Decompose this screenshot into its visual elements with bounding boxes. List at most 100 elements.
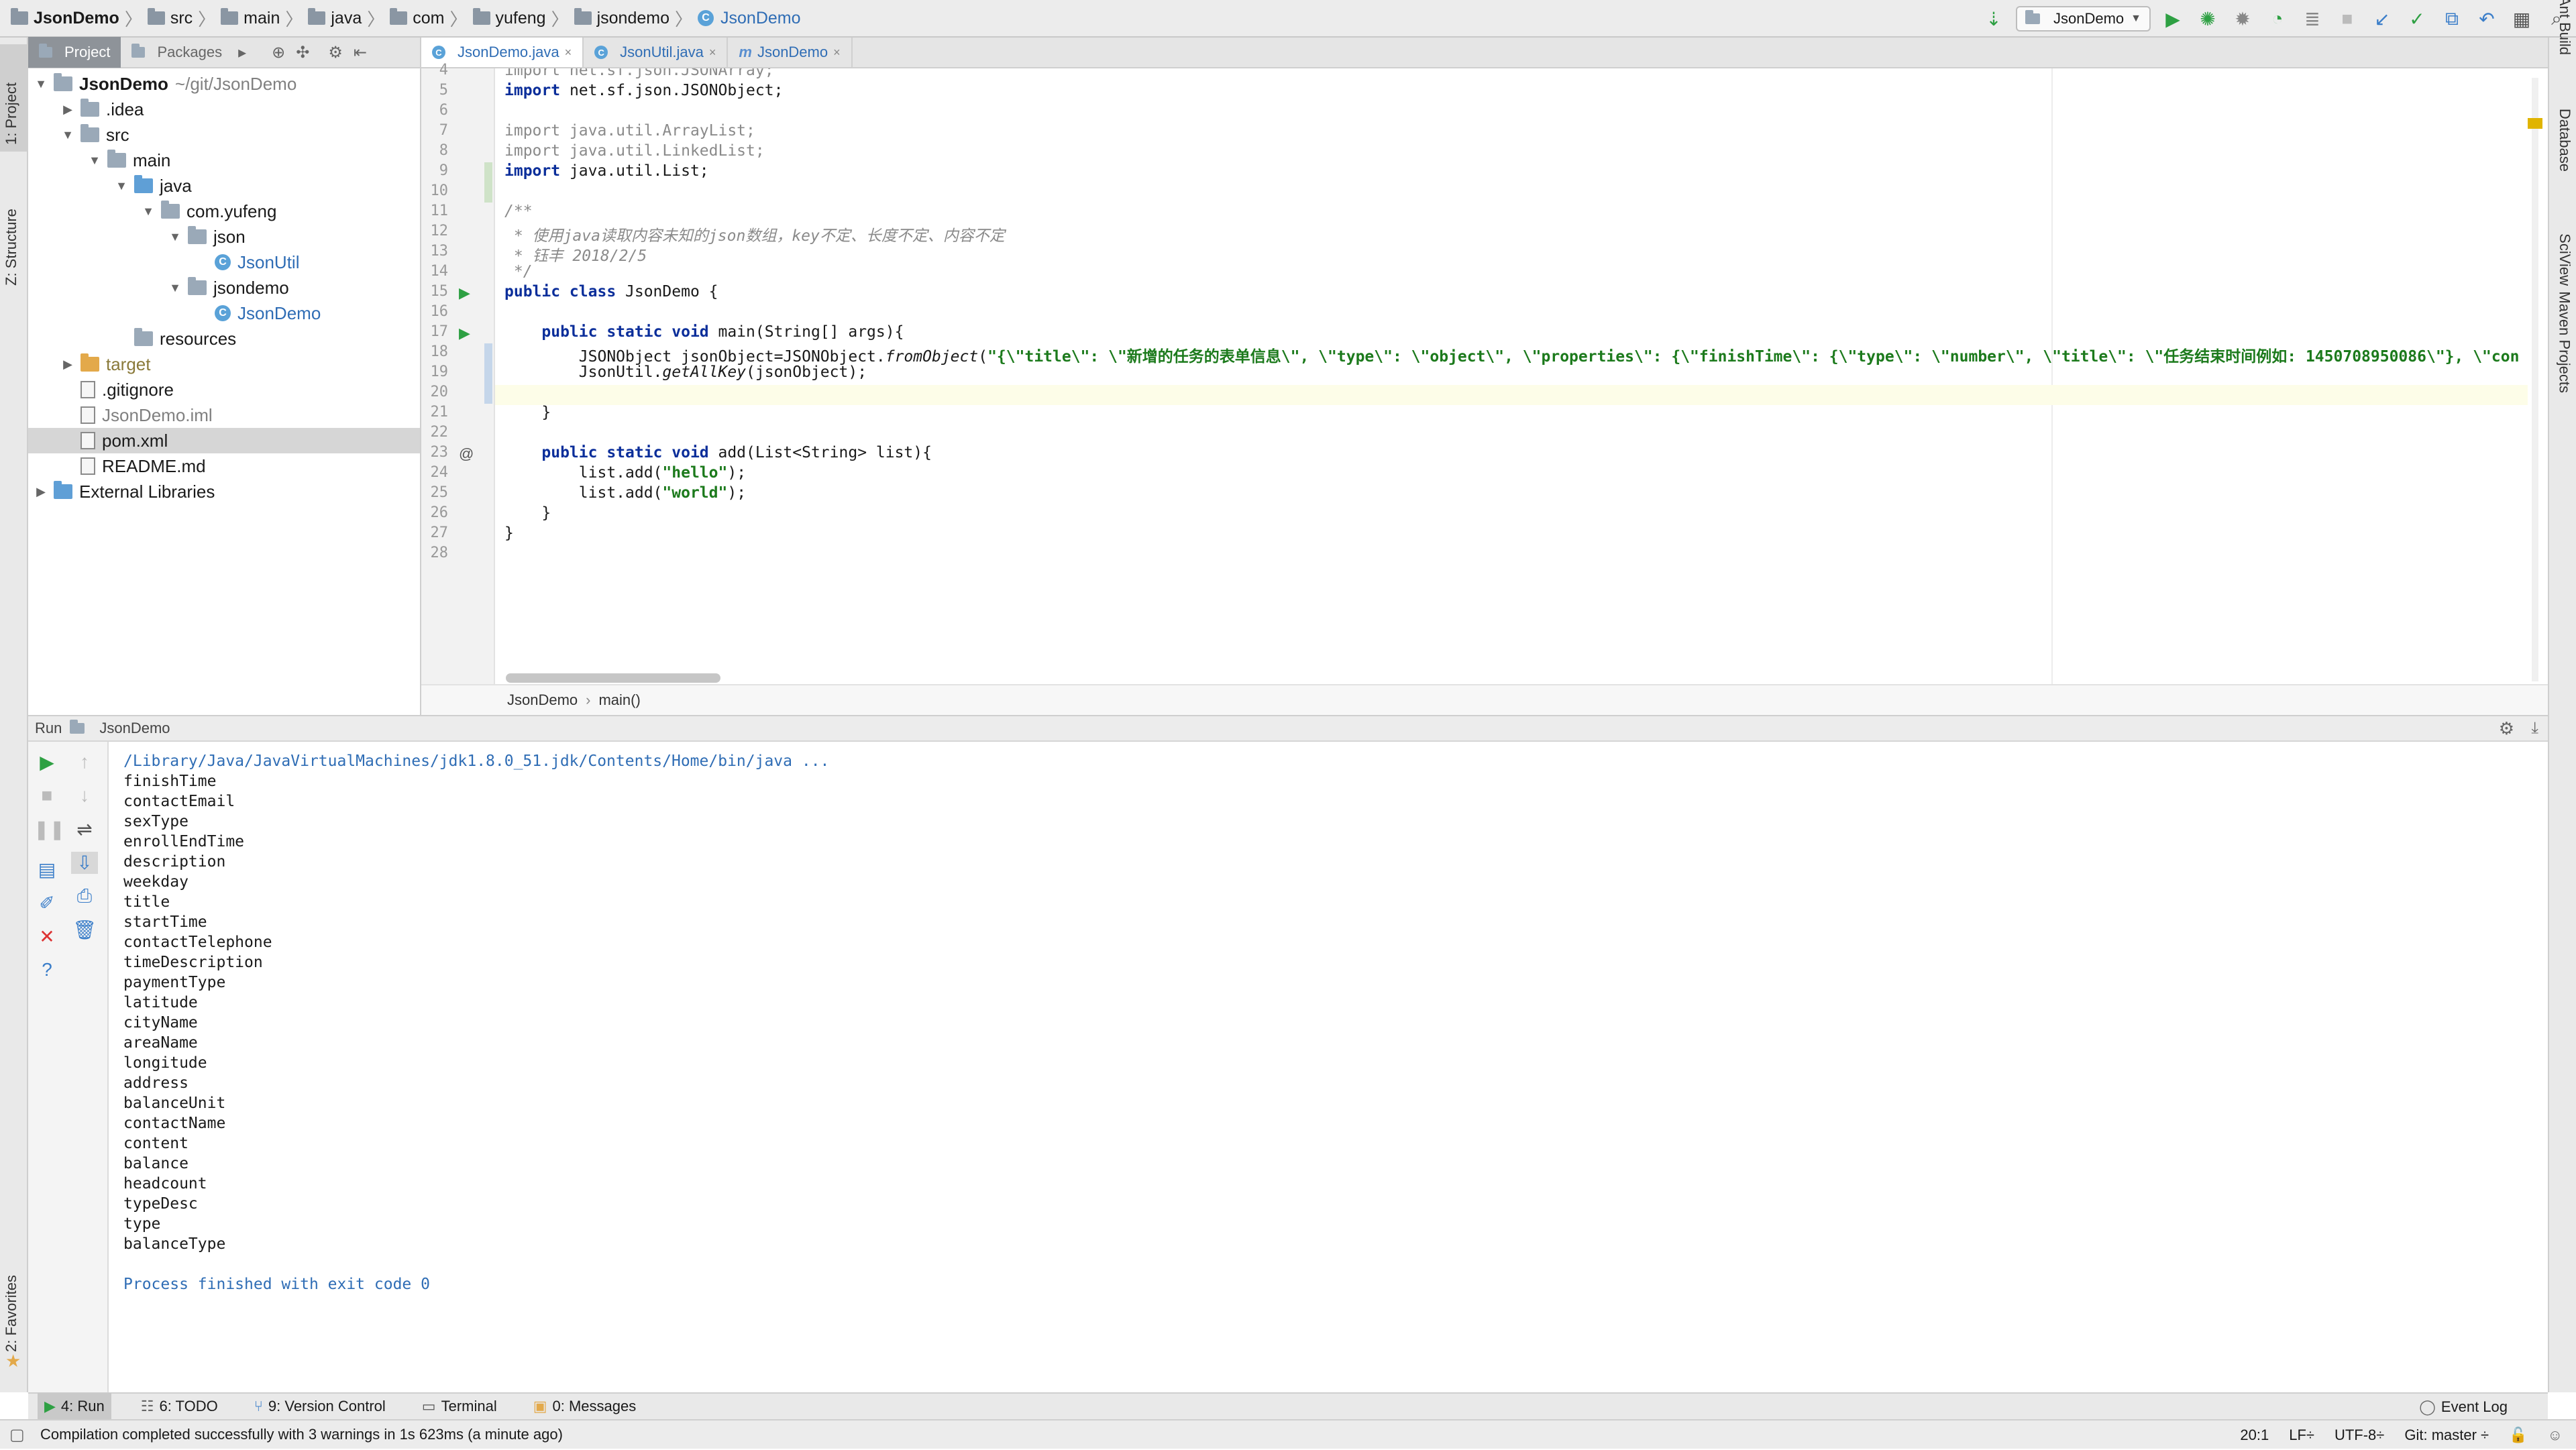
tab-version-control[interactable]: ⑂ 9: Version Control <box>248 1393 392 1420</box>
tab-structure-tool[interactable]: Z: Structure <box>3 209 20 286</box>
collapse-icon[interactable]: ✣ <box>296 43 309 62</box>
tree-item[interactable]: C JsonDemo <box>28 300 420 326</box>
vcs-update-icon[interactable]: ↙ <box>2369 6 2395 32</box>
breadcrumb-yufeng[interactable]: yufeng <box>469 0 550 37</box>
sync-icon[interactable]: ⊕ <box>272 43 285 62</box>
tree-item[interactable]: resources <box>28 326 420 351</box>
soft-wrap-icon[interactable]: ⇌ <box>71 818 98 840</box>
pause-icon[interactable]: ❚❚ <box>34 818 65 840</box>
horizontal-scrollbar[interactable] <box>506 673 720 683</box>
profile-icon[interactable]: ◔ <box>2265 6 2290 32</box>
tab-todo[interactable]: ☷ 6: TODO <box>134 1393 225 1420</box>
build-icon[interactable]: ⇣ <box>1981 6 2006 32</box>
run-gutter-icon[interactable]: ▶ <box>459 284 470 302</box>
vcs-change-marker[interactable] <box>484 343 492 404</box>
tab-favorites-tool[interactable]: 2: Favorites <box>3 1275 20 1352</box>
tab-maven-projects[interactable]: Maven Projects <box>2556 291 2573 393</box>
breadcrumb-project[interactable]: JsonDemo <box>7 0 123 37</box>
gear-icon[interactable]: ⚙ <box>328 43 343 62</box>
hide-icon[interactable]: ⇤ <box>354 43 367 62</box>
chevron-down-icon[interactable]: ▼ <box>114 179 129 193</box>
chevron-right-icon[interactable]: ▶ <box>60 103 75 117</box>
tree-item[interactable]: ▼ com.yufeng <box>28 199 420 224</box>
inspector-icon[interactable]: ☺ <box>2548 1427 2563 1444</box>
tree-item[interactable]: ▼ main <box>28 148 420 173</box>
chevron-down-icon[interactable]: ▼ <box>87 154 102 168</box>
vcs-revert-icon[interactable]: ↶ <box>2474 6 2500 32</box>
tree-item[interactable]: JsonDemo.iml <box>28 402 420 428</box>
close-icon[interactable]: × <box>833 46 841 60</box>
tab-terminal[interactable]: ▭ Terminal <box>415 1393 504 1420</box>
vcs-compare-icon[interactable]: ⧉ <box>2439 6 2465 32</box>
breadcrumb-main[interactable]: main <box>217 0 284 37</box>
down-arrow-icon[interactable]: ↓ <box>71 785 98 806</box>
close-icon[interactable]: ✕ <box>34 926 60 948</box>
tree-item[interactable]: ▼ json <box>28 224 420 249</box>
tree-item[interactable]: README.md <box>28 453 420 479</box>
run-icon[interactable]: ▶ <box>2160 6 2186 32</box>
run-gutter-icon[interactable]: ▶ <box>459 325 470 342</box>
coverage-icon[interactable]: ✹ <box>2230 6 2255 32</box>
caret-position[interactable]: 20:1 <box>2240 1427 2269 1444</box>
close-icon[interactable]: × <box>709 46 716 60</box>
breadcrumb-java[interactable]: java <box>304 0 366 37</box>
tab-messages[interactable]: ▣ 0: Messages <box>527 1393 643 1420</box>
help-icon[interactable]: ? <box>34 959 60 981</box>
tab-packages[interactable]: Packages <box>121 37 233 68</box>
git-branch[interactable]: Git: master ÷ <box>2404 1427 2489 1444</box>
file-encoding[interactable]: UTF-8÷ <box>2334 1427 2384 1444</box>
tab-jsondemo-pom[interactable]: m JsonDemo × <box>728 38 853 67</box>
code-area[interactable]: import net.sf.json.JSONArray; import net… <box>495 68 2528 684</box>
up-arrow-icon[interactable]: ↑ <box>71 751 98 773</box>
tab-run[interactable]: ▶ 4: Run <box>38 1393 111 1420</box>
tab-jsonutil-java[interactable]: C JsonUtil.java × <box>584 38 729 67</box>
debug-icon[interactable]: ✺ <box>2195 6 2220 32</box>
chevron-down-icon[interactable]: ▼ <box>168 230 182 244</box>
console-output[interactable]: /Library/Java/JavaVirtualMachines/jdk1.8… <box>123 751 829 1294</box>
chevron-down-icon[interactable]: ▼ <box>34 77 48 91</box>
chevron-down-icon[interactable]: ▼ <box>141 205 156 219</box>
tree-item[interactable]: .gitignore <box>28 377 420 402</box>
chevron-right-icon[interactable]: ▶ <box>60 357 75 372</box>
tab-sciview[interactable]: SciView <box>2556 233 2573 286</box>
print-icon[interactable]: ⎙ <box>71 885 98 907</box>
scroll-to-end-icon[interactable]: ⇩ <box>71 852 98 874</box>
lock-icon[interactable]: 🔓 <box>2509 1427 2527 1444</box>
breadcrumb-com[interactable]: com <box>386 0 448 37</box>
tab-ant-build[interactable]: Ant Build <box>2556 0 2573 55</box>
stop-icon[interactable]: ■ <box>2334 6 2360 32</box>
rerun-icon[interactable]: ▶ <box>34 751 60 773</box>
stop-icon[interactable]: ■ <box>34 785 60 806</box>
tree-item[interactable]: ▼ java <box>28 173 420 199</box>
vcs-commit-icon[interactable]: ✓ <box>2404 6 2430 32</box>
tree-item[interactable]: pom.xml <box>28 428 420 453</box>
tab-project[interactable]: Project <box>28 37 121 68</box>
hide-icon[interactable]: ⤓ <box>2531 719 2538 738</box>
chevron-down-icon[interactable]: ▼ <box>60 128 75 142</box>
project-structure-icon[interactable]: ▦ <box>2509 6 2534 32</box>
tree-item[interactable]: C JsonUtil <box>28 249 420 275</box>
tab-event-log[interactable]: ◯ Event Log <box>2419 1394 2508 1420</box>
vcs-change-marker[interactable] <box>484 162 492 203</box>
run-configuration-select[interactable]: JsonDemo ▼ <box>2016 6 2151 32</box>
breadcrumb-method[interactable]: main() <box>598 691 640 709</box>
run-tab-label[interactable]: JsonDemo <box>99 720 170 737</box>
breadcrumb-src[interactable]: src <box>144 0 197 37</box>
line-separator[interactable]: LF÷ <box>2289 1427 2314 1444</box>
pin-icon[interactable]: ✐ <box>34 892 60 914</box>
concurrency-icon[interactable]: ≣ <box>2300 6 2325 32</box>
tree-item[interactable]: ▶ target <box>28 351 420 377</box>
tree-item[interactable]: ▶ .idea <box>28 97 420 122</box>
status-toggle-icon[interactable]: ▢ <box>9 1425 25 1445</box>
chevron-right-icon[interactable]: ▸ <box>238 43 246 62</box>
layout-icon[interactable]: ▤ <box>34 858 60 881</box>
tree-item[interactable]: ▼ src <box>28 122 420 148</box>
close-icon[interactable]: × <box>565 46 572 60</box>
breadcrumb-class[interactable]: JsonDemo <box>507 691 578 709</box>
tree-item[interactable]: ▼ jsondemo <box>28 275 420 300</box>
tree-item[interactable]: ▼ JsonDemo ~/git/JsonDemo <box>28 71 420 97</box>
vertical-scrollbar[interactable] <box>2528 78 2542 681</box>
tree-item[interactable]: ▶ External Libraries <box>28 479 420 504</box>
tab-database[interactable]: Database <box>2556 109 2573 172</box>
chevron-right-icon[interactable]: ▶ <box>34 485 48 499</box>
